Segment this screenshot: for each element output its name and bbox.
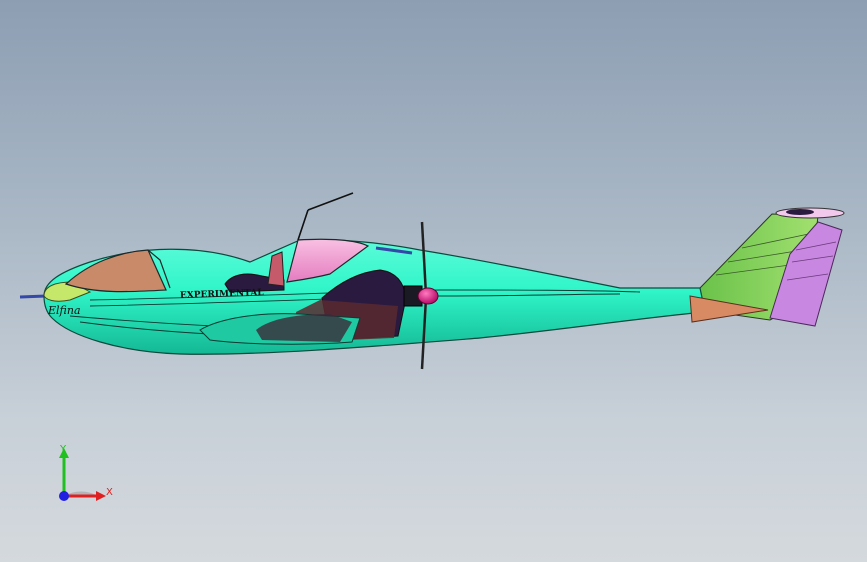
fuselage-logo: Elfina [47, 304, 81, 317]
z-axis-indicator [59, 491, 69, 501]
view-orientation-triad: Y X [59, 444, 113, 501]
spinner [417, 287, 439, 305]
x-axis-label: X [106, 487, 113, 498]
antenna-rod [297, 209, 309, 241]
y-axis-label: Y [59, 444, 67, 455]
aircraft-model[interactable]: EXPERIMENTAL Elfina [0, 0, 867, 562]
fin-tip-slot [786, 209, 814, 215]
pitot-tube [19, 294, 47, 299]
x-axis-head [96, 491, 106, 501]
antenna-arm [307, 192, 354, 211]
3d-viewport[interactable]: EXPERIMENTAL Elfina Y X [0, 0, 867, 562]
